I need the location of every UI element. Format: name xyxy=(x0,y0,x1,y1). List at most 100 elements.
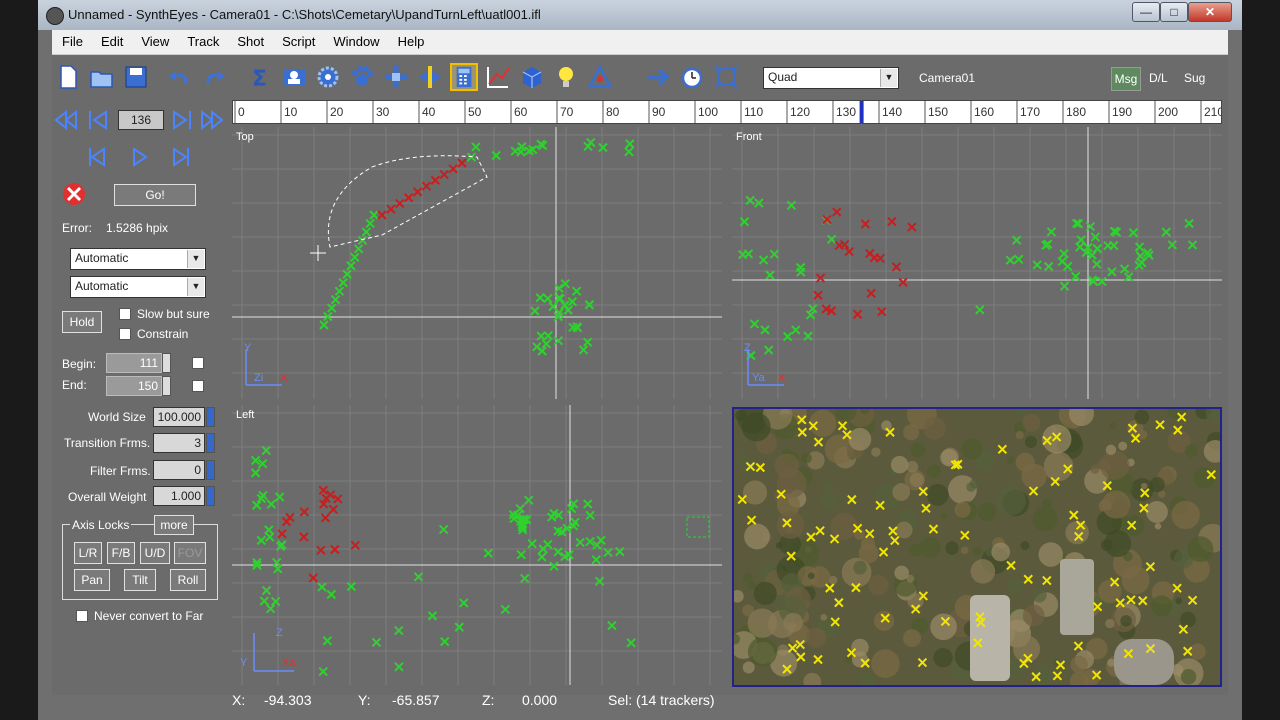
foliage-patch xyxy=(1120,615,1132,627)
frame-field[interactable]: 136 xyxy=(118,110,164,130)
viewport-left[interactable]: Left xyxy=(232,405,722,685)
menu-file[interactable]: File xyxy=(52,30,91,49)
foliage-patch xyxy=(1151,595,1173,617)
lock-fb-button[interactable]: F/B xyxy=(107,542,135,564)
menu-view[interactable]: View xyxy=(131,30,177,49)
tracker-marker xyxy=(266,499,277,509)
next-key-icon[interactable] xyxy=(168,143,196,171)
go-button[interactable]: Go! xyxy=(114,184,196,206)
fit-icon[interactable] xyxy=(712,63,740,91)
maximize-button[interactable]: □ xyxy=(1160,2,1188,22)
end-field[interactable]: 150 xyxy=(106,376,162,396)
weight-spinner[interactable] xyxy=(206,486,215,506)
end-checkbox[interactable] xyxy=(192,380,204,392)
constrain-checkbox[interactable] xyxy=(119,328,131,340)
balance-icon[interactable] xyxy=(416,63,444,91)
tracker-marker xyxy=(535,292,545,303)
end-spinner[interactable] xyxy=(162,376,171,396)
status-y-label: Y: xyxy=(358,692,371,708)
transition-spinner[interactable] xyxy=(206,433,215,453)
menu-window[interactable]: Window xyxy=(323,30,387,49)
menu-track[interactable]: Track xyxy=(177,30,227,49)
lock-lr-button[interactable]: L/R xyxy=(74,542,102,564)
rewind-icon[interactable] xyxy=(52,106,80,134)
foliage-patch xyxy=(890,455,909,474)
move-icon[interactable] xyxy=(382,63,410,91)
weight-field[interactable]: 1.000 xyxy=(153,486,205,506)
foliage-patch xyxy=(933,648,953,668)
selected-tracker-marker xyxy=(815,273,826,283)
lock-tilt-button[interactable]: Tilt xyxy=(124,569,156,591)
title-bar: Unnamed - SynthEyes - Camera01 - C:\Shot… xyxy=(38,0,1242,30)
never-far-checkbox[interactable] xyxy=(76,610,88,622)
camera-card-icon[interactable] xyxy=(280,63,308,91)
delete-solution-icon[interactable] xyxy=(60,180,88,208)
selected-tracker-marker xyxy=(844,246,854,257)
lightbulb-icon[interactable] xyxy=(552,63,580,91)
world-size-spinner[interactable] xyxy=(206,407,215,427)
solver-submode-select[interactable]: Automatic ▼ xyxy=(70,276,206,298)
triangle-icon[interactable] xyxy=(586,63,614,91)
open-folder-icon[interactable] xyxy=(88,63,116,91)
selected-tracker-marker xyxy=(875,253,886,264)
tracker-marker xyxy=(438,524,449,535)
close-button[interactable]: ✕ xyxy=(1188,2,1232,22)
lock-roll-button[interactable]: Roll xyxy=(170,569,206,591)
begin-checkbox[interactable] xyxy=(192,357,204,369)
solver-mode-select[interactable]: Automatic ▼ xyxy=(70,248,206,270)
foliage-patch xyxy=(954,501,971,518)
filter-spinner[interactable] xyxy=(206,460,215,480)
tracker-marker xyxy=(346,261,356,271)
selected-tracker-marker xyxy=(403,192,414,203)
last-frame-icon[interactable] xyxy=(168,106,196,134)
more-button[interactable]: more xyxy=(154,515,194,535)
menu-help[interactable]: Help xyxy=(388,30,433,49)
filter-field[interactable]: 0 xyxy=(153,460,205,480)
stopwatch-icon[interactable] xyxy=(678,63,706,91)
foliage-patch xyxy=(945,541,959,555)
viewport-front-title: Front xyxy=(736,131,762,143)
lock-pan-button[interactable]: Pan xyxy=(74,569,110,591)
foliage-patch xyxy=(1149,477,1165,493)
viewport-top[interactable]: Top xyxy=(232,127,722,399)
viewport-camera[interactable] xyxy=(732,407,1222,687)
foliage-patch xyxy=(961,438,983,460)
msg-button[interactable]: Msg xyxy=(1111,67,1141,91)
fast-forward-icon[interactable] xyxy=(198,106,226,134)
new-file-icon[interactable] xyxy=(54,63,82,91)
sug-button[interactable]: Sug xyxy=(1184,71,1205,85)
first-frame-icon[interactable] xyxy=(84,106,112,134)
menu-shot[interactable]: Shot xyxy=(227,30,272,49)
sigma-icon[interactable]: Σ xyxy=(246,63,274,91)
timeline-label: 10 xyxy=(284,105,298,119)
timeline[interactable]: 0 10 20 30 40 50 60 70 80 90 100 110 120 130 140 150 160… xyxy=(232,100,1222,124)
graph-icon[interactable] xyxy=(484,63,512,91)
world-size-field[interactable]: 100.000 xyxy=(153,407,205,427)
menu-script[interactable]: Script xyxy=(272,30,323,49)
redo-icon[interactable] xyxy=(200,63,228,91)
slow-checkbox[interactable] xyxy=(119,308,131,320)
viewport-front[interactable]: Front xyxy=(732,127,1222,399)
dl-button[interactable]: D/L xyxy=(1149,71,1168,85)
save-icon[interactable] xyxy=(122,63,150,91)
begin-spinner[interactable] xyxy=(162,353,171,373)
arrow-right-icon[interactable] xyxy=(644,63,672,91)
foliage-patch xyxy=(1024,435,1037,448)
calculator-icon[interactable] xyxy=(450,63,478,91)
paw-icon[interactable] xyxy=(348,63,376,91)
prev-key-icon[interactable] xyxy=(82,143,110,171)
error-label: Error: xyxy=(62,221,92,235)
minimize-button[interactable]: — xyxy=(1132,2,1160,22)
transition-field[interactable]: 3 xyxy=(153,433,205,453)
cube-icon[interactable] xyxy=(518,63,546,91)
layout-select[interactable]: Quad ▼ xyxy=(763,67,899,89)
lock-ud-button[interactable]: U/D xyxy=(140,542,170,564)
undo-icon[interactable] xyxy=(166,63,194,91)
menu-edit[interactable]: Edit xyxy=(91,30,131,49)
hold-button[interactable]: Hold xyxy=(62,311,102,333)
begin-field[interactable]: 111 xyxy=(106,353,162,373)
foliage-patch xyxy=(747,608,777,638)
play-icon[interactable] xyxy=(126,143,154,171)
lock-fov-button[interactable]: FOV xyxy=(174,542,206,564)
gear-icon[interactable] xyxy=(314,63,342,91)
